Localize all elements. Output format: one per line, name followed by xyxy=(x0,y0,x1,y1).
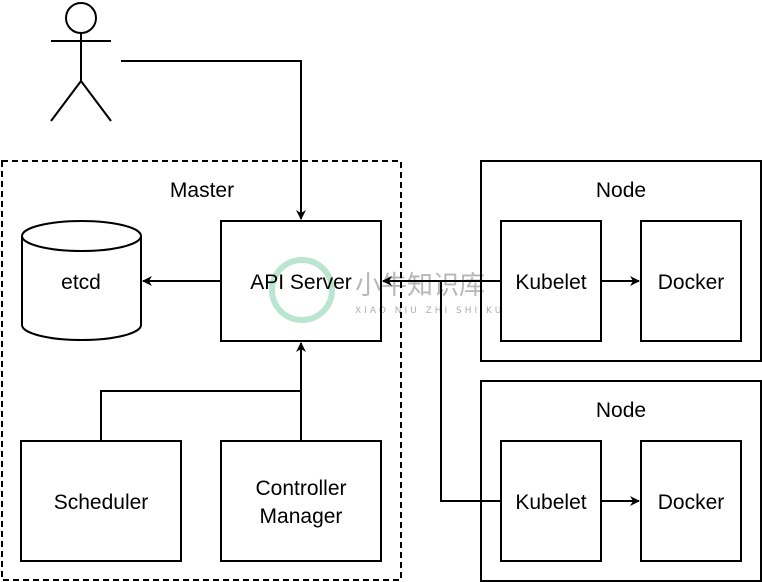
kubelet-2-label: Kubelet xyxy=(515,491,586,514)
controller-manager-label-line2: Manager xyxy=(260,505,343,528)
docker-2-label: Docker xyxy=(658,491,725,514)
master-label: Master xyxy=(170,179,234,202)
etcd-label: etcd xyxy=(61,271,101,294)
user-actor-icon xyxy=(50,2,112,122)
diagram-canvas: 小牛知识库 XIAO NIU ZHI SHI KU Master etcd AP… xyxy=(1,2,762,582)
controller-manager-box xyxy=(220,440,382,562)
scheduler-to-api-line xyxy=(100,390,301,441)
controller-manager-label-line1: Controller xyxy=(255,477,346,500)
kubernetes-architecture-diagram: 小牛知识库 XIAO NIU ZHI SHI KU Master etcd AP… xyxy=(0,0,762,582)
node-2-label: Node xyxy=(596,399,646,422)
node-1-label: Node xyxy=(596,179,646,202)
docker-1-label: Docker xyxy=(658,271,725,294)
scheduler-label: Scheduler xyxy=(54,491,149,514)
api-server-label: API Server xyxy=(250,271,352,294)
kubelet-1-label: Kubelet xyxy=(515,271,586,294)
watermark-text: 小牛知识库 xyxy=(355,271,485,301)
